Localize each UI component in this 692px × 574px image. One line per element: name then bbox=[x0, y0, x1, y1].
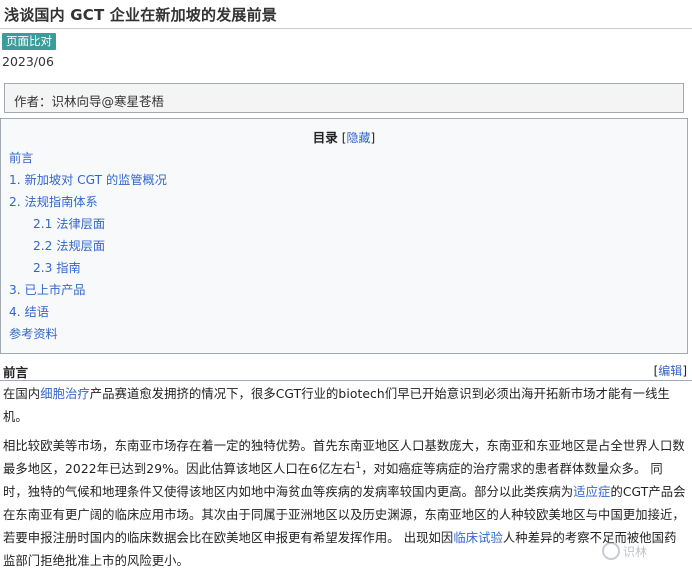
toc-item-4[interactable]: 4. 结语 bbox=[9, 302, 49, 320]
toc-item-3[interactable]: 3. 已上市产品 bbox=[9, 280, 85, 298]
edit-button[interactable]: 编辑 bbox=[658, 364, 682, 378]
toc-title: 目录 bbox=[312, 130, 338, 145]
edit-bracket-close: ] bbox=[682, 364, 687, 378]
watermark-text: 识林 bbox=[623, 544, 648, 559]
author-text: 作者：识林向导@寒星苍梧 bbox=[14, 94, 165, 109]
toc-item-2[interactable]: 2. 法规指南体系 bbox=[9, 192, 98, 210]
toc-item-2-3[interactable]: 2.3 指南 bbox=[33, 258, 81, 276]
title-divider bbox=[0, 28, 692, 29]
page-compare-button[interactable]: 页面比对 bbox=[2, 33, 56, 50]
paragraph-intro: 在国内细胞治疗产品赛道愈发拥挤的情况下，很多CGT行业的biotech们早已开始… bbox=[3, 383, 687, 429]
toc-item-preface[interactable]: 前言 bbox=[9, 148, 33, 166]
edit-link-group: [编辑] bbox=[654, 362, 687, 379]
toc-item-1[interactable]: 1. 新加坡对 CGT 的监管概况 bbox=[9, 170, 167, 188]
link-cell-therapy[interactable]: 细胞治疗 bbox=[40, 387, 90, 401]
section-title: 前言 bbox=[3, 365, 29, 380]
page-title: 浅谈国内 GCT 企业在新加坡的发展前景 bbox=[4, 6, 277, 24]
watermark-circle-icon bbox=[602, 542, 620, 560]
publish-date: 2023/06 bbox=[2, 54, 54, 69]
toc-item-2-1[interactable]: 2.1 法律层面 bbox=[33, 214, 105, 232]
toc-hide-toggle[interactable]: 隐藏 bbox=[346, 131, 370, 145]
link-clinical-trial[interactable]: 临床试验 bbox=[453, 531, 503, 545]
toc-bracket-close: ] bbox=[370, 131, 376, 145]
paragraph-advantages: 相比较欧美等市场，东南亚市场存在着一定的独特优势。首先东南亚地区人口基数庞大，东… bbox=[3, 435, 687, 573]
toc-header: 目录 [隐藏] bbox=[1, 127, 687, 146]
link-indication[interactable]: 适应症 bbox=[573, 485, 610, 499]
para1-text-b: 产品赛道愈发拥挤的情况下，很多CGT行业的biotech们早已开始意识到必须出海… bbox=[3, 387, 670, 424]
toc-item-2-2[interactable]: 2.2 法规层面 bbox=[33, 236, 105, 254]
toc-item-references[interactable]: 参考资料 bbox=[9, 324, 58, 342]
section-heading: 前言 [编辑] bbox=[3, 362, 687, 381]
para1-text-a: 在国内 bbox=[3, 387, 41, 401]
author-box: 作者：识林向导@寒星苍梧 bbox=[4, 83, 684, 113]
watermark-logo: 识林 bbox=[602, 538, 682, 564]
table-of-contents: 目录 [隐藏] 前言 1. 新加坡对 CGT 的监管概况 2. 法规指南体系 2… bbox=[0, 118, 688, 354]
section-divider bbox=[0, 380, 692, 381]
